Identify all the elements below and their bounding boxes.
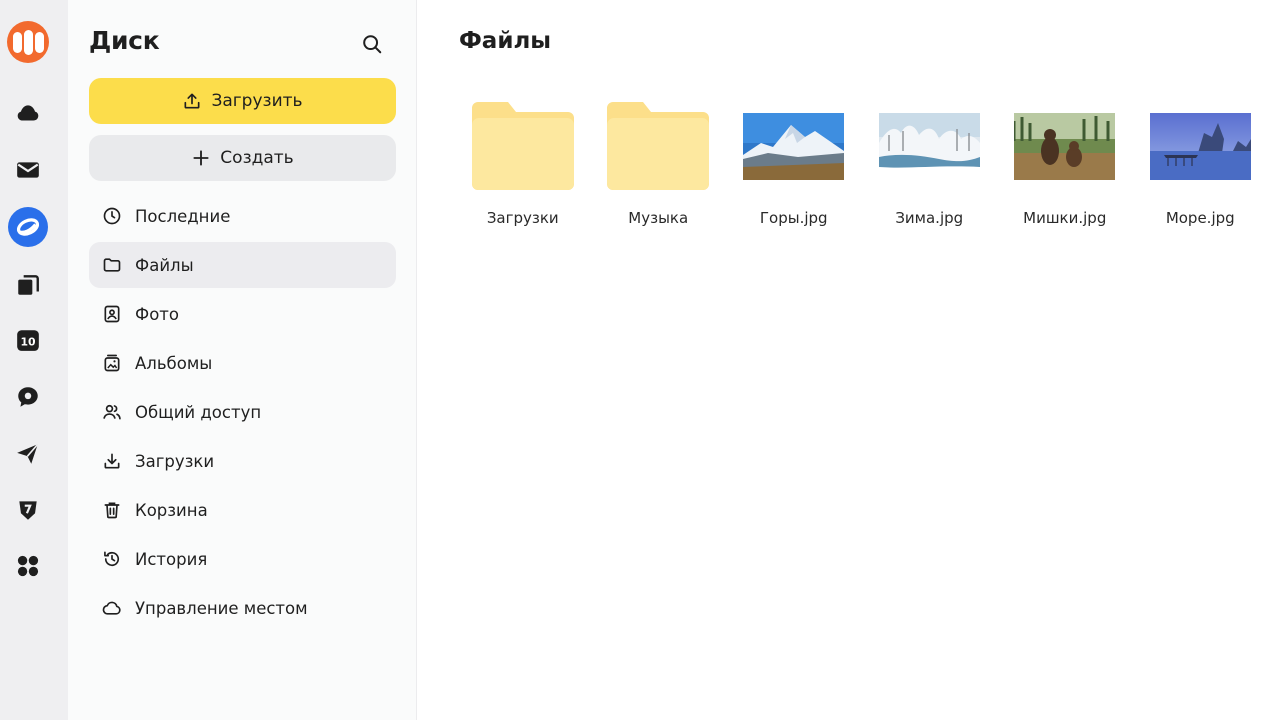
- sidebar-item-label: Управление местом: [135, 598, 308, 618]
- upload-label: Загрузить: [211, 91, 303, 111]
- upload-icon: [184, 93, 200, 109]
- image-thumbnail: [878, 96, 980, 196]
- create-label: Создать: [220, 148, 294, 168]
- sidebar-item-label: История: [135, 549, 208, 569]
- file-tile[interactable]: Зима.jpg: [862, 96, 998, 227]
- photo-icon: [104, 305, 120, 323]
- folder-icon: [471, 102, 574, 190]
- image-thumbnail: [743, 96, 845, 196]
- messenger-icon[interactable]: [8, 377, 48, 417]
- yandex-360-logo[interactable]: [7, 21, 49, 63]
- cloud-icon[interactable]: [8, 94, 48, 134]
- cloud-outline-icon: [102, 601, 121, 615]
- sidebar-item-downloads[interactable]: Загрузки: [89, 438, 396, 484]
- sea-image: [1149, 112, 1251, 180]
- apps-grid-icon[interactable]: [8, 546, 48, 586]
- download-icon: [104, 453, 120, 469]
- file-name: Зима.jpg: [895, 209, 964, 227]
- history-icon: [104, 551, 120, 567]
- sidebar-item-history[interactable]: История: [89, 536, 396, 582]
- file-name: Море.jpg: [1165, 209, 1235, 227]
- folder-thumbnail: [471, 96, 574, 196]
- sidebar-item-albums[interactable]: Альбомы: [89, 340, 396, 386]
- file-tile[interactable]: Загрузки: [455, 96, 591, 227]
- winter-image: [878, 112, 980, 180]
- mountains-image: [743, 112, 845, 180]
- sidebar-item-label: Последние: [135, 206, 231, 226]
- mail-icon[interactable]: [8, 150, 48, 190]
- sidebar-item-storage[interactable]: Управление местом: [89, 585, 396, 631]
- trash-icon: [104, 502, 120, 519]
- clock-icon: [103, 207, 121, 225]
- app-rail: 10: [0, 0, 68, 720]
- image-thumbnail: [1149, 96, 1251, 196]
- shield-icon[interactable]: [8, 490, 48, 530]
- plus-icon: [193, 150, 209, 166]
- file-tile[interactable]: Море.jpg: [1133, 96, 1269, 227]
- sidebar: Диск Загрузить Создать Последние Файлы Ф…: [68, 0, 417, 720]
- search-icon: [363, 35, 382, 54]
- folder-icon: [607, 102, 710, 190]
- sidebar-nav: Последние Файлы Фото Альбомы Общий досту…: [89, 193, 396, 634]
- disk-title[interactable]: Диск: [89, 26, 160, 55]
- file-name: Мишки.jpg: [1023, 209, 1107, 227]
- sidebar-item-label: Корзина: [135, 500, 208, 520]
- file-tile[interactable]: Музыка: [591, 96, 727, 227]
- sidebar-item-label: Фото: [135, 304, 180, 324]
- folder-thumbnail: [607, 96, 710, 196]
- file-name: Загрузки: [486, 209, 559, 227]
- file-tile[interactable]: Мишки.jpg: [997, 96, 1133, 227]
- sidebar-item-label: Общий доступ: [135, 402, 262, 422]
- page-title: Файлы: [459, 28, 552, 54]
- file-name: Музыка: [628, 209, 689, 227]
- disk-icon[interactable]: [8, 207, 48, 247]
- sidebar-item-files[interactable]: Файлы: [89, 242, 396, 288]
- sidebar-item-trash[interactable]: Корзина: [89, 487, 396, 533]
- folder-icon: [103, 258, 121, 272]
- documents-icon[interactable]: [8, 265, 48, 305]
- bears-image: [1014, 112, 1116, 180]
- sidebar-item-shared[interactable]: Общий доступ: [89, 389, 396, 435]
- create-button[interactable]: Создать: [89, 135, 396, 181]
- sidebar-item-recent[interactable]: Последние: [89, 193, 396, 239]
- send-icon[interactable]: [8, 434, 48, 474]
- upload-button[interactable]: Загрузить: [89, 78, 396, 124]
- sidebar-item-label: Файлы: [135, 255, 194, 275]
- image-thumbnail: [1014, 96, 1116, 196]
- people-icon: [103, 404, 121, 420]
- sidebar-item-label: Загрузки: [135, 451, 215, 471]
- file-tile[interactable]: Горы.jpg: [726, 96, 862, 227]
- calendar-day: 10: [20, 335, 36, 348]
- file-name: Горы.jpg: [759, 209, 828, 227]
- search-button[interactable]: [358, 30, 386, 58]
- albums-icon: [104, 354, 120, 372]
- sidebar-item-label: Альбомы: [135, 353, 213, 373]
- calendar-icon[interactable]: 10: [8, 320, 48, 360]
- files-grid: Загрузки Музыка Горы.jpg Зима.jpg Мишки.…: [455, 96, 1268, 227]
- sidebar-item-photo[interactable]: Фото: [89, 291, 396, 337]
